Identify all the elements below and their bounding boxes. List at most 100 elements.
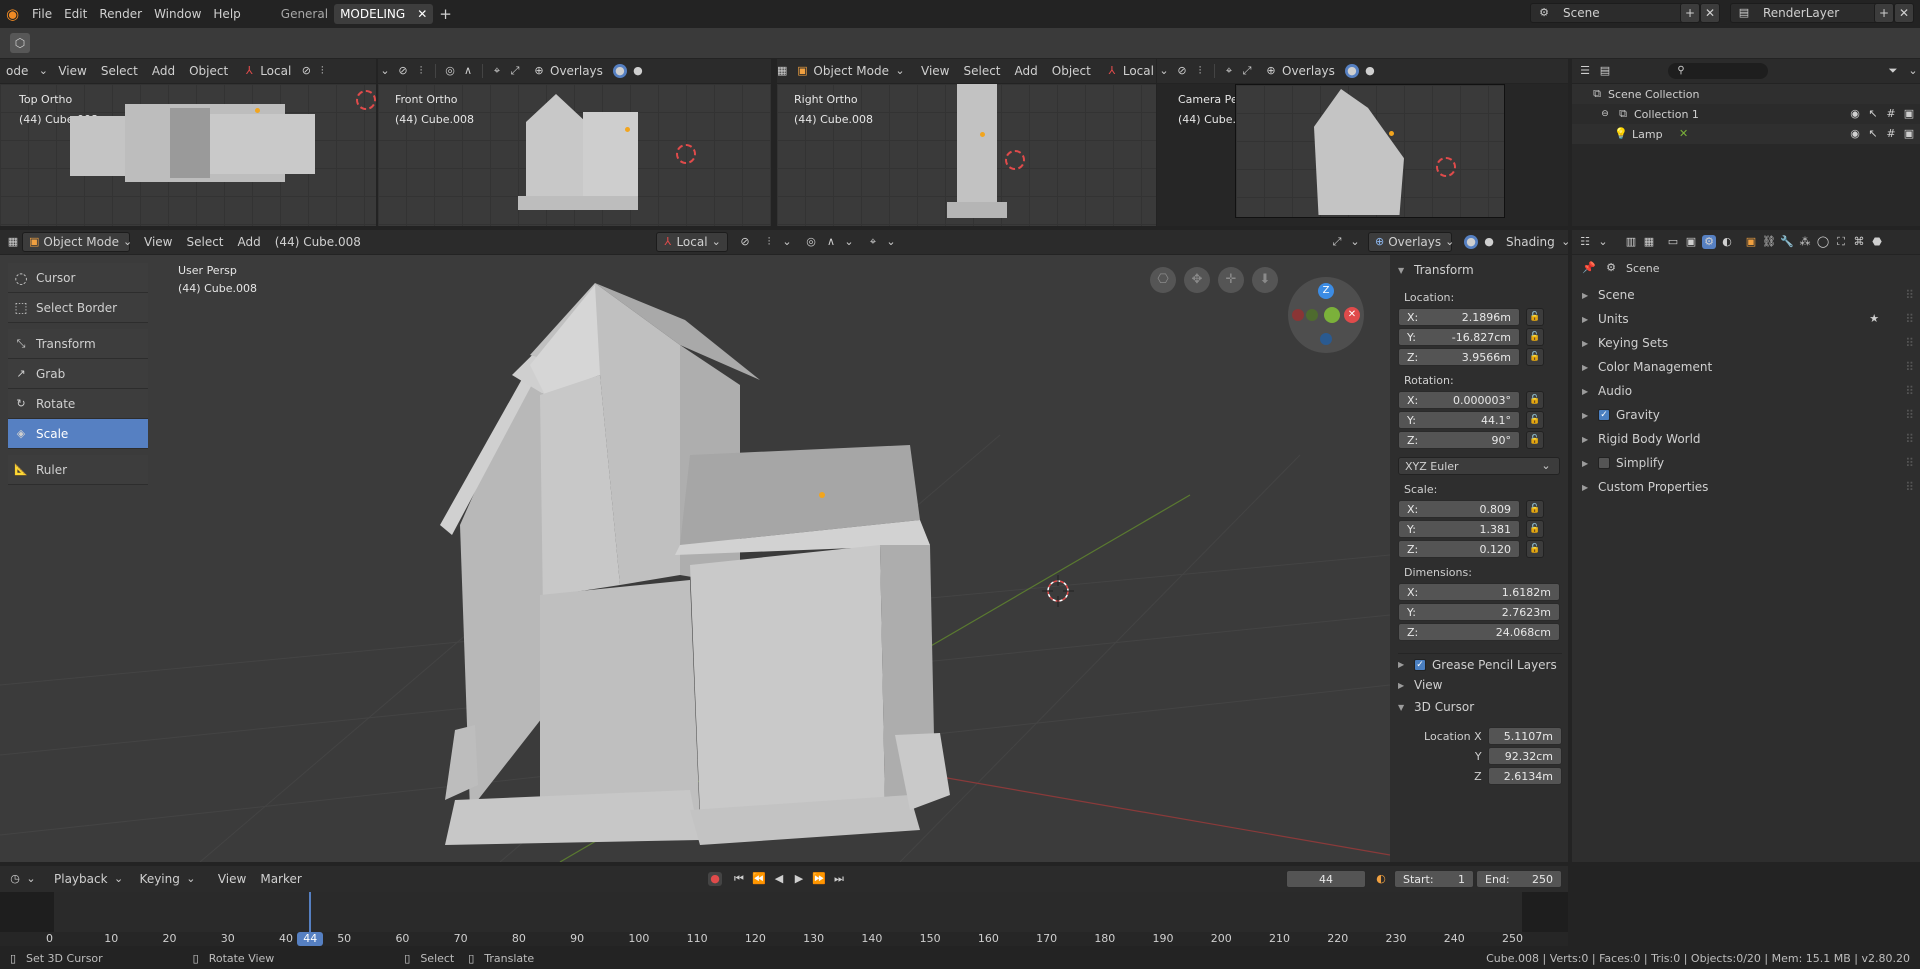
lock-icon[interactable]: 🔓 — [1526, 520, 1544, 538]
select-icon[interactable]: ↖ — [1866, 107, 1880, 121]
menu-file[interactable]: File — [26, 4, 58, 24]
properties-section-units[interactable]: ▶ Units ★ ⠿ — [1572, 307, 1920, 331]
tool-transform[interactable]: ⤡ Transform — [8, 329, 148, 359]
playhead-badge[interactable]: 44 — [297, 932, 324, 946]
lock-icon[interactable]: 🔓 — [1526, 328, 1544, 346]
tool-scale[interactable]: ◈ Scale — [8, 419, 148, 449]
pivot-icon[interactable]: ⫶ — [315, 64, 329, 78]
play-reverse-icon[interactable]: ◀ — [772, 872, 786, 886]
playback-dropdown[interactable]: Playback ⌄ — [48, 869, 132, 889]
data-tab-icon[interactable]: ⌘ — [1852, 235, 1866, 249]
tool-rotate[interactable]: ↻ Rotate — [8, 389, 148, 419]
select-menu[interactable]: Select — [95, 61, 144, 81]
chevron-down-icon[interactable]: ⌄ — [842, 235, 856, 249]
menu-edit[interactable]: Edit — [58, 4, 93, 24]
add-tab-icon[interactable]: + — [433, 4, 458, 24]
close-icon[interactable]: ✕ — [417, 7, 427, 21]
select-menu[interactable]: Select — [957, 61, 1006, 81]
shading-material-icon[interactable]: ● — [1482, 235, 1496, 249]
properties-section-rigid-body-world[interactable]: ▶ Rigid Body World ⠿ — [1572, 427, 1920, 451]
snap-icon[interactable]: ⊘ — [299, 64, 313, 78]
mode-dropdown[interactable]: ode — [0, 61, 34, 81]
lock-icon[interactable]: 🔓 — [1526, 431, 1544, 449]
neg-y-axis-icon[interactable] — [1306, 309, 1318, 321]
camera-icon[interactable]: ▣ — [1902, 127, 1916, 141]
move-icon[interactable]: ✛ — [1218, 267, 1244, 293]
scene-tab-icon[interactable]: ⚙ — [1702, 235, 1716, 249]
navigation-gizmo[interactable]: Z ✕ — [1288, 277, 1364, 353]
grease-pencil-checkbox[interactable]: ✓ — [1414, 658, 1426, 671]
record-button[interactable]: ● — [708, 872, 722, 886]
snap-icon[interactable]: ⊘ — [738, 235, 752, 249]
location-y-field[interactable]: Y: -16.827cm — [1398, 328, 1520, 346]
outliner-row-lamp[interactable]: 💡 Lamp ✕ ◉ ↖ # ▣ — [1572, 124, 1920, 144]
outliner-row-collection[interactable]: ⊖ ⧉ Collection 1 ◉ ↖ # ▣ — [1572, 104, 1920, 124]
orientation-dropdown[interactable]: ⅄ Local ⌄ — [656, 232, 728, 252]
view-layer-tab-icon[interactable]: ▣ — [1684, 235, 1698, 249]
visibility-icon[interactable]: ⤢ — [508, 64, 522, 78]
properties-section-custom-properties[interactable]: ▶ Custom Properties ⠿ — [1572, 475, 1920, 499]
chevron-down-icon[interactable]: ⌄ — [24, 872, 38, 886]
drag-handle-icon[interactable]: ⠿ — [1905, 480, 1914, 494]
properties-section-gravity[interactable]: ▶ ✓ Gravity ⠿ — [1572, 403, 1920, 427]
right-ortho-viewport[interactable]: Right Ortho (44) Cube.008 — [777, 84, 1156, 226]
current-frame-field[interactable]: 44 — [1286, 870, 1366, 888]
drag-handle-icon[interactable]: ⠿ — [1905, 336, 1914, 350]
scene-add-button[interactable]: + — [1680, 3, 1700, 23]
drag-handle-icon[interactable]: ⠿ — [1905, 408, 1914, 422]
gizmo-icon[interactable]: ⌖ — [866, 235, 880, 249]
neg-x-axis-icon[interactable] — [1292, 309, 1304, 321]
chevron-down-icon[interactable]: ⌄ — [780, 235, 794, 249]
tool-ruler[interactable]: 📐 Ruler — [8, 455, 148, 485]
marker-menu[interactable]: Marker — [254, 869, 307, 889]
material-tab-icon[interactable]: ⬣ — [1870, 235, 1884, 249]
cursor-y-field[interactable]: 92.32cm — [1487, 747, 1562, 765]
orientation-dropdown[interactable]: ⅄ Local — [236, 61, 297, 81]
chevron-down-icon[interactable]: ⌄ — [1906, 64, 1920, 78]
view-menu[interactable]: View — [138, 232, 178, 252]
editor-type-icon[interactable]: ▦ — [6, 235, 20, 249]
y-axis-icon[interactable] — [1324, 307, 1340, 323]
cursor-z-field[interactable]: 2.6134m — [1487, 767, 1562, 785]
eye-icon[interactable]: ◉ — [1848, 127, 1862, 141]
start-frame-field[interactable]: Start: 1 — [1394, 870, 1474, 888]
menu-render[interactable]: Render — [93, 4, 148, 24]
editor-type-icon[interactable]: ◷ — [8, 872, 22, 886]
world-tab-icon[interactable]: ◐ — [1720, 235, 1734, 249]
filter-icon[interactable]: ⏷ — [1886, 64, 1900, 78]
shading-material-icon[interactable]: ● — [631, 64, 645, 78]
wrench-icon[interactable]: 🔧 — [1780, 235, 1794, 249]
pivot-icon[interactable]: ⫶ — [1193, 64, 1207, 78]
camera-view-icon[interactable]: ⎔ — [1150, 267, 1176, 293]
render-icon[interactable]: # — [1884, 107, 1898, 121]
add-menu[interactable]: Add — [1009, 61, 1044, 81]
particles-tab-icon[interactable]: ⁂ — [1798, 235, 1812, 249]
location-z-field[interactable]: Z: 3.9566m — [1398, 348, 1520, 366]
cursor-x-field[interactable]: 5.1107m — [1487, 727, 1562, 745]
camera-icon[interactable]: ▣ — [1902, 107, 1916, 121]
lock-icon[interactable]: 🔓 — [1526, 308, 1544, 326]
end-frame-field[interactable]: End: 250 — [1476, 870, 1562, 888]
mode-dropdown[interactable]: ▣ Object Mode ⌄ — [22, 232, 132, 252]
lock-icon[interactable]: 🔓 — [1526, 500, 1544, 518]
play-icon[interactable]: ▶ — [792, 872, 806, 886]
front-ortho-viewport[interactable]: Front Ortho (44) Cube.008 — [378, 84, 771, 226]
z-axis-icon[interactable]: Z — [1318, 283, 1334, 299]
chevron-down-icon[interactable]: ⌄ — [1348, 235, 1362, 249]
object-tab-icon[interactable]: ▣ — [1744, 235, 1758, 249]
shading-material-icon[interactable]: ● — [1363, 64, 1377, 78]
transform-section-header[interactable]: ▼ Transform — [1398, 261, 1562, 279]
view-menu[interactable]: View — [52, 61, 92, 81]
renderlayer-remove-button[interactable]: ✕ — [1894, 3, 1914, 23]
shading-solid-icon[interactable]: ● — [1464, 235, 1478, 249]
jump-keyframe-forward-icon[interactable]: ⏩ — [812, 872, 826, 886]
view-section-header[interactable]: ▶ View — [1398, 673, 1562, 697]
outliner-row-scene-collection[interactable]: ⧉ Scene Collection — [1572, 84, 1920, 104]
tool-cursor[interactable]: ◌ Cursor — [8, 263, 148, 293]
properties-section-scene[interactable]: ▶ Scene ⠿ — [1572, 283, 1920, 307]
jump-start-icon[interactable]: ⏮ — [732, 872, 746, 886]
properties-section-audio[interactable]: ▶ Audio ⠿ — [1572, 379, 1920, 403]
visibility-icon[interactable]: ⤢ — [1330, 235, 1344, 249]
drag-handle-icon[interactable]: ⠿ — [1905, 432, 1914, 446]
orientation-dropdown[interactable]: ⅄ Local — [1099, 61, 1156, 81]
